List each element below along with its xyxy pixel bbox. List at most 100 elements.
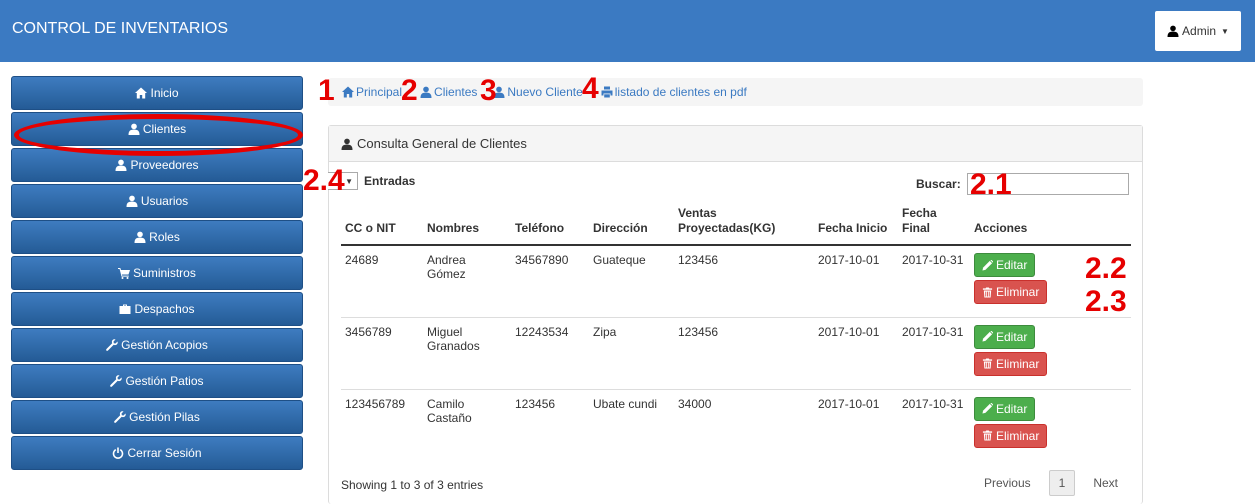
table-info: Showing 1 to 3 of 3 entries [341,478,484,492]
breadcrumb-label: Clientes [434,85,478,99]
cell-id: 24689 [341,245,423,318]
cell-start: 2017-10-01 [814,317,898,390]
top-navbar: CONTROL DE INVENTARIOS Admin ▼ [0,0,1255,62]
cell-sales: 123456 [674,245,814,318]
sidebar-item-cerrar-sesion[interactable]: Cerrar Sesión [11,436,303,470]
admin-menu-button[interactable]: Admin ▼ [1155,11,1241,51]
user-icon [126,195,138,207]
clients-table: CC o NIT Nombres Teléfono Dirección Vent… [341,204,1131,461]
sidebar-item-label: Suministros [133,266,196,280]
cell-phone: 12243534 [511,317,589,390]
caret-down-icon: ▼ [1221,26,1229,36]
cell-address: Ubate cundi [593,396,658,411]
edit-label: Editar [996,401,1028,416]
table-row: 24689 Andrea Gómez 34567890 Guateque 123… [341,245,1131,318]
admin-label: Admin [1182,24,1217,38]
home-icon [135,87,147,99]
sidebar-item-label: Gestión Patios [125,374,204,388]
sidebar-item-gestion-acopios[interactable]: Gestión Acopios [11,328,303,362]
user-icon [115,159,127,171]
col-header-fecha-inicio[interactable]: Fecha Inicio [814,204,898,246]
cell-id: 3456789 [341,317,423,390]
cell-phone: 34567890 [511,245,589,318]
search-label: Buscar: [916,177,961,191]
cell-address: Guateque [589,245,674,318]
sidebar-item-despachos[interactable]: Despachos [11,292,303,326]
panel-title: Consulta General de Clientes [357,136,527,151]
edit-button[interactable]: Editar [974,324,1036,349]
col-header-ventas[interactable]: Ventas Proyectadas(KG) [674,204,814,246]
cell-actions: Editar Eliminar [970,317,1131,390]
delete-label: Eliminar [996,428,1040,443]
wrench-icon [110,375,122,387]
home-icon [342,86,354,98]
print-icon [601,86,613,98]
cart-icon [118,267,130,279]
briefcase-icon [119,303,131,315]
annotation-number: 3 [480,74,497,107]
edit-button[interactable]: Editar [974,253,1036,277]
breadcrumb-principal[interactable]: Principal [342,85,402,99]
col-header-fecha-final[interactable]: Fecha Final [898,204,970,246]
sidebar-item-proveedores[interactable]: Proveedores [11,148,303,182]
delete-label: Eliminar [996,356,1040,371]
next-button[interactable]: Next [1083,470,1128,496]
edit-button[interactable]: Editar [974,396,1036,421]
sidebar-item-label: Usuarios [140,194,189,208]
annotation-number: 4 [582,72,599,105]
sidebar-item-gestion-pilas[interactable]: Gestión Pilas [11,400,303,434]
delete-button[interactable]: Eliminar [974,351,1048,376]
sidebar-item-usuarios[interactable]: Usuarios [11,184,303,218]
sidebar-item-label: Roles [149,230,180,244]
sidebar-item-roles[interactable]: Roles [11,220,303,254]
breadcrumb-label: listado de clientes en pdf [614,85,747,99]
annotation-number: 2.1 [970,168,1012,201]
panel-header: Consulta General de Clientes [329,126,1142,162]
cell-address: Zipa [589,317,674,390]
clients-panel: Consulta General de Clientes ▼ Entradas … [328,125,1143,504]
col-header-cc[interactable]: CC o NIT [341,204,423,246]
col-header-acciones: Acciones [970,204,1131,246]
wrench-icon [114,411,126,423]
delete-button[interactable]: Eliminar [974,423,1048,448]
sidebar-item-clientes[interactable]: Clientes [11,112,303,146]
table-header-row: CC o NIT Nombres Teléfono Dirección Vent… [341,204,1131,246]
sidebar-item-inicio[interactable]: Inicio [11,76,303,110]
delete-label: Eliminar [996,285,1040,299]
page-button-current[interactable]: 1 [1048,470,1076,496]
user-icon [134,231,146,243]
delete-button[interactable]: Eliminar [974,280,1048,304]
breadcrumb-nuevo-cliente[interactable]: Nuevo Cliente [493,85,583,99]
annotation-number: 2.4 [303,164,345,197]
edit-label: Editar [996,258,1028,272]
sidebar-item-gestion-patios[interactable]: Gestión Patios [11,364,303,398]
cell-start: 2017-10-01 [814,245,898,318]
col-header-telefono[interactable]: Teléfono [511,204,589,246]
sidebar-item-label: Clientes [142,122,187,136]
sidebar-item-label: Gestión Acopios [121,338,208,352]
cell-actions: Editar Eliminar [970,389,1131,461]
table-row: 123456789 Camilo Castaño 123456 Ubate cu… [341,389,1131,461]
user-icon [341,138,353,150]
cell-end: 2017-10-31 [898,245,970,318]
cell-start: 2017-10-01 [818,396,880,411]
breadcrumb-clientes[interactable]: Clientes [420,85,477,99]
pencil-icon [982,260,993,271]
col-header-direccion[interactable]: Dirección [589,204,674,246]
trash-icon [982,358,993,369]
col-header-nombres[interactable]: Nombres [423,204,511,246]
breadcrumb-label: Nuevo Cliente [507,85,583,99]
breadcrumb-listado-pdf[interactable]: listado de clientes en pdf [601,85,747,99]
breadcrumb-label: Principal [356,85,403,99]
sidebar-item-label: Cerrar Sesión [127,446,202,460]
pagination: Previous 1 Next [974,470,1128,496]
annotation-number: 2.2 [1085,252,1127,285]
table-row: 3456789 Miguel Granados 12243534 Zipa 12… [341,317,1131,390]
cell-name: Camilo Castaño [427,396,472,425]
cell-end: 2017-10-31 [902,396,964,411]
sidebar-item-suministros[interactable]: Suministros [11,256,303,290]
pencil-icon [982,403,993,414]
annotation-number: 1 [318,74,335,107]
cell-name: Miguel Granados [423,317,511,390]
previous-button[interactable]: Previous [974,470,1041,496]
